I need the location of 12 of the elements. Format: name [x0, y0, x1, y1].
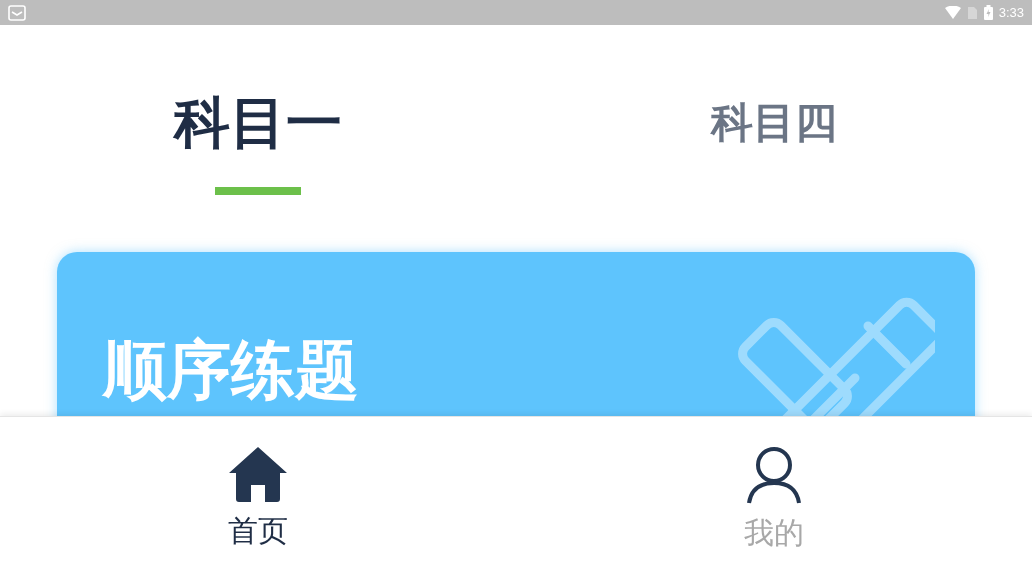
subject-tab[interactable]: 科目一: [174, 89, 342, 157]
battery-icon: [983, 5, 993, 20]
clock: 3:33: [998, 3, 1024, 22]
subject-tab[interactable]: 科目四: [711, 89, 837, 157]
no-sim-icon: [966, 5, 978, 20]
home-icon: [227, 445, 289, 503]
person-icon: [746, 445, 802, 505]
card-title: 顺序练题: [103, 338, 359, 402]
wifi-icon: [944, 6, 961, 19]
notification-icon: [8, 4, 26, 21]
nav-tab[interactable]: 我的: [516, 417, 1032, 577]
nav-tab[interactable]: 首页: [0, 417, 516, 577]
